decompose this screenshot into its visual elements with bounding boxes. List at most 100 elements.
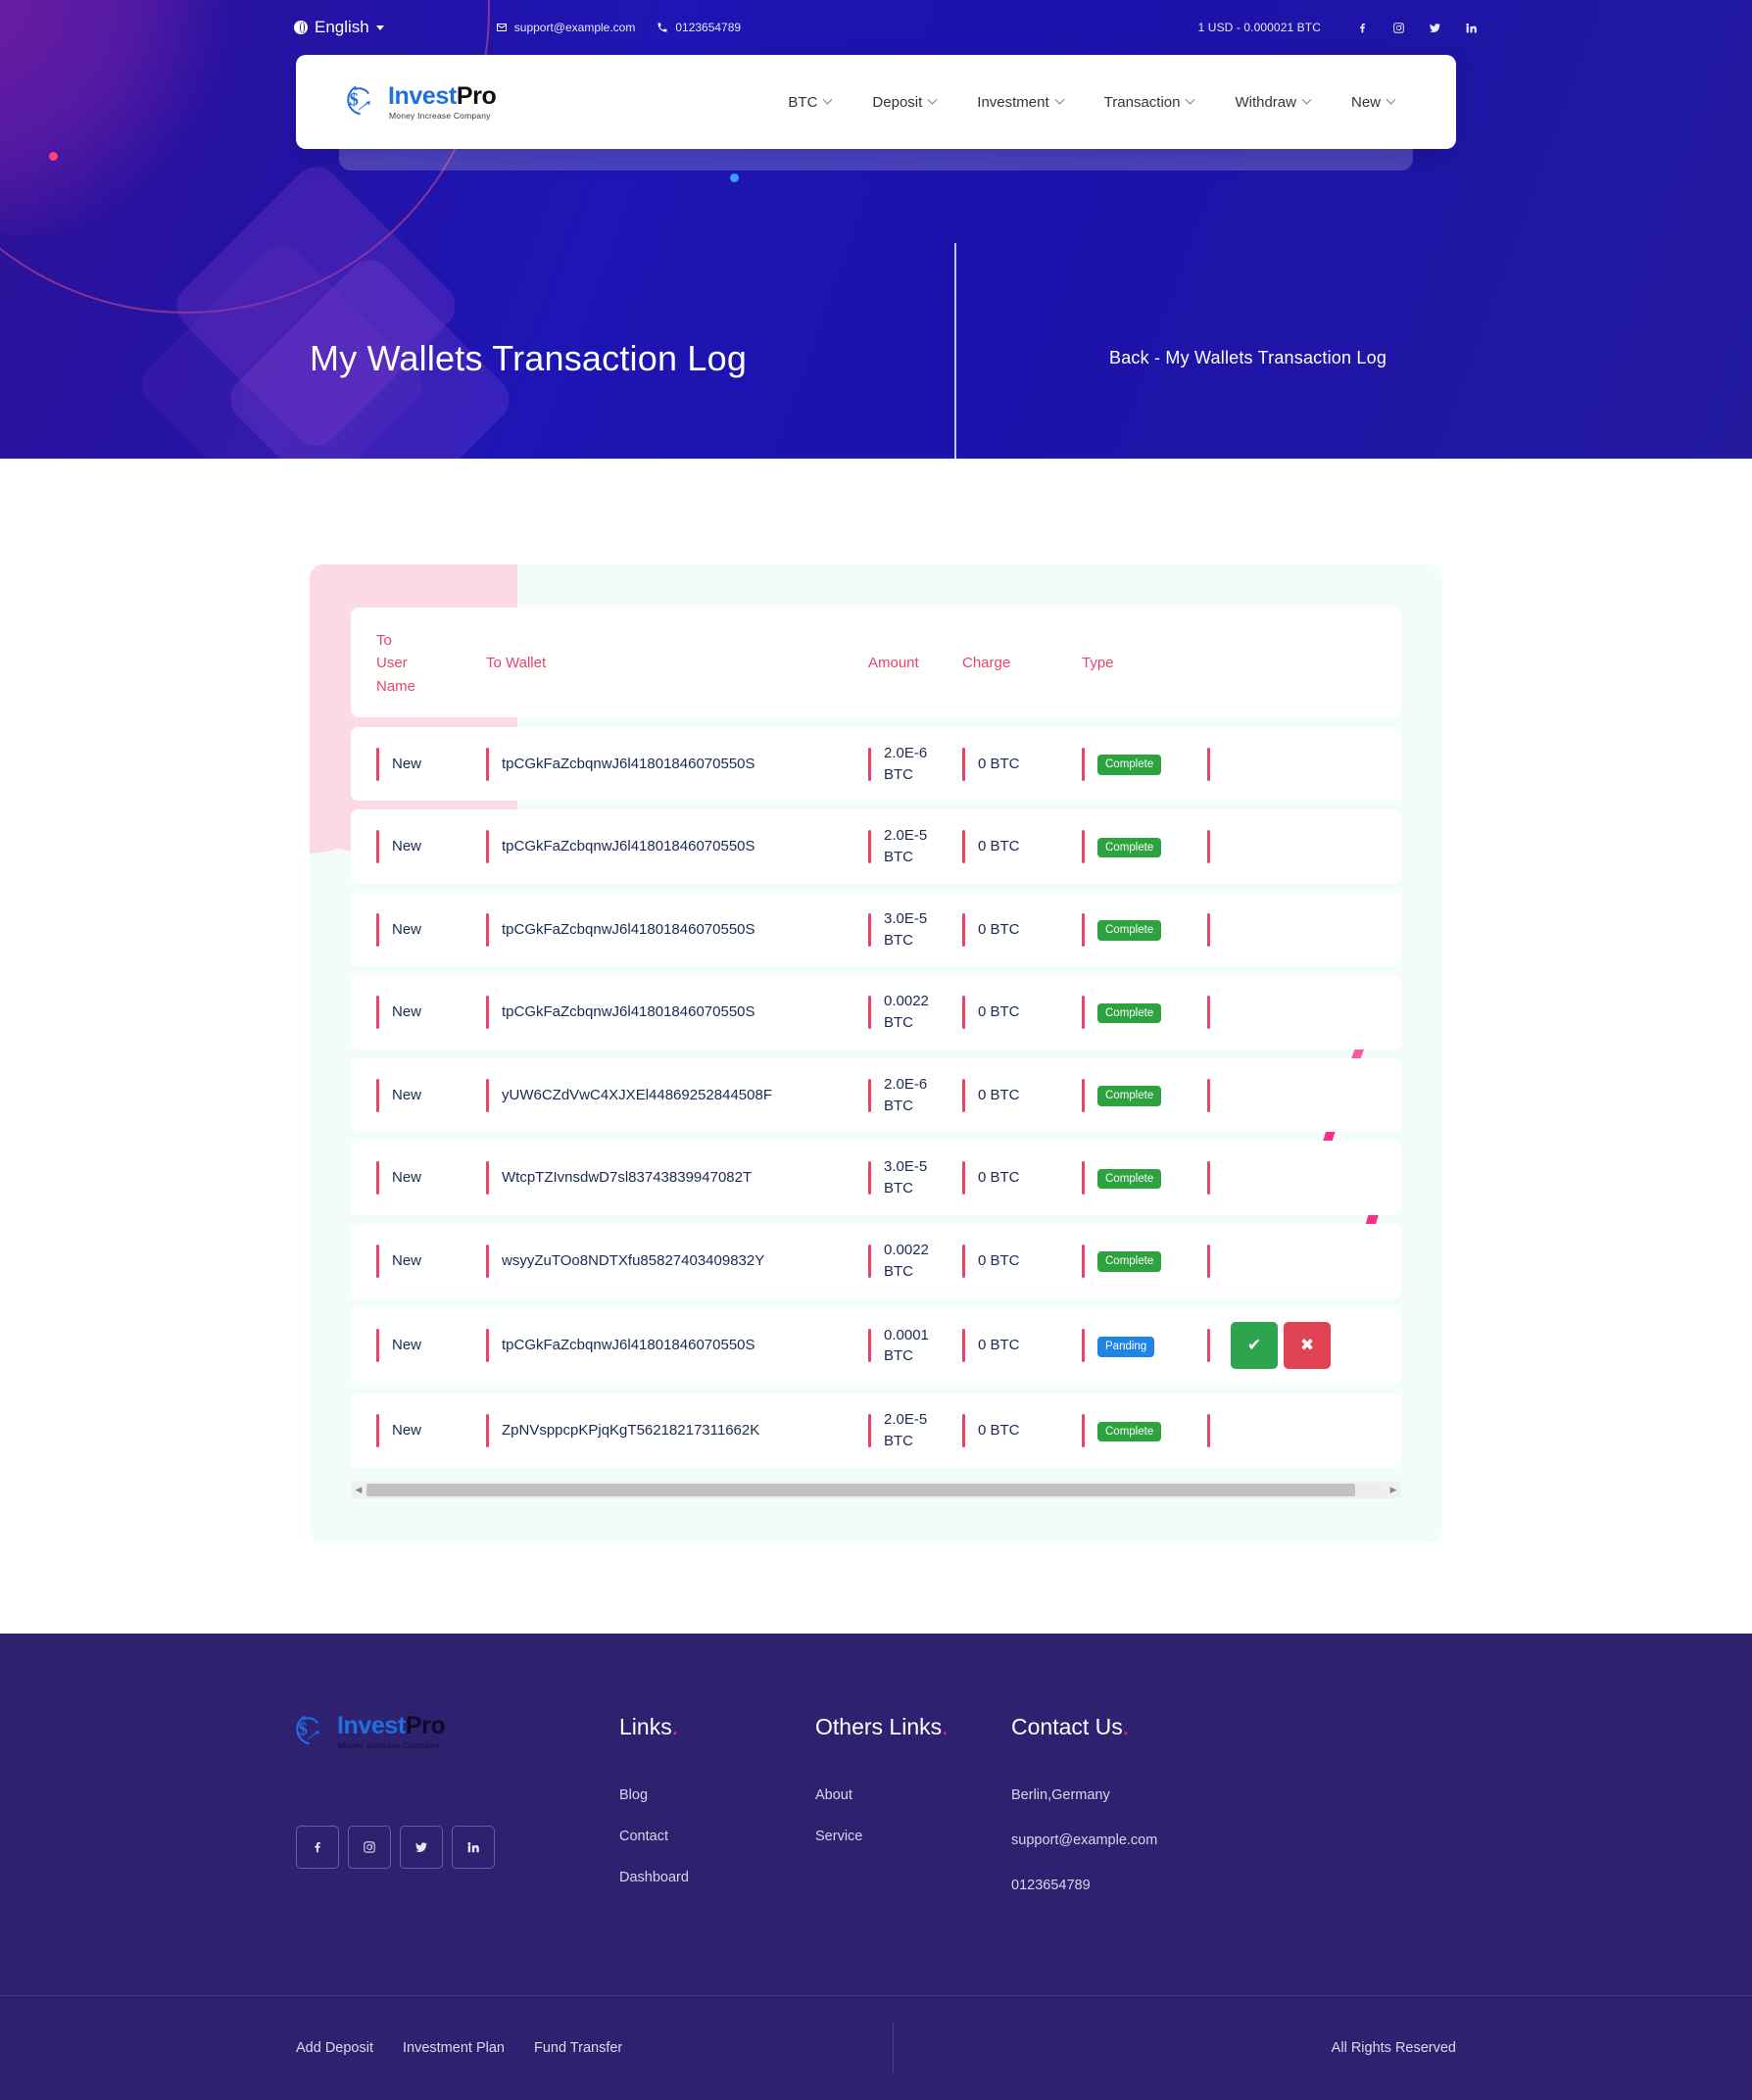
svg-text:$: $ xyxy=(299,1720,308,1740)
footer-heading-text: Contact Us xyxy=(1011,1713,1123,1739)
hero-divider xyxy=(954,243,956,459)
cell-to-user-name: New xyxy=(376,1085,486,1106)
footer-bottom-inner: Add Deposit Investment Plan Fund Transfe… xyxy=(296,1996,1456,2100)
chevron-down-icon xyxy=(375,24,384,30)
copyright-text: All Rights Reserved xyxy=(1331,2039,1456,2056)
status-badge: Complete xyxy=(1097,1421,1162,1442)
chevron-down-icon xyxy=(1054,94,1065,105)
footer-bottom-bar: Add Deposit Investment Plan Fund Transfe… xyxy=(0,1994,1752,2100)
linkedin-icon[interactable] xyxy=(452,1826,495,1870)
facebook-icon[interactable] xyxy=(296,1826,339,1870)
nav-item-deposit[interactable]: Deposit xyxy=(852,84,956,121)
nav-item-new[interactable]: New xyxy=(1331,84,1415,121)
footer-bottom-link-investment-plan[interactable]: Investment Plan xyxy=(403,2040,505,2056)
footer-column-others: Others Links. About Service xyxy=(815,1714,1011,1870)
footer-link-service[interactable]: Service xyxy=(815,1829,1011,1844)
footer-link-contact[interactable]: Contact xyxy=(619,1829,815,1844)
column-header-charge: Charge xyxy=(962,655,1011,672)
chevron-down-icon xyxy=(1386,94,1396,105)
linkedin-icon[interactable] xyxy=(1465,22,1478,34)
site-logo[interactable]: $ InvestPro Money Increase Company xyxy=(347,83,497,121)
table-row: New ZpNVsppcpKPjqKgT56218217311662K 2.0E-5… xyxy=(351,1393,1401,1468)
cell-actions: ✔ ✖ xyxy=(1207,1322,1376,1370)
scrollbar-thumb[interactable] xyxy=(366,1483,1355,1496)
cell-to-user-name: New xyxy=(376,1001,486,1023)
cell-type: Panding xyxy=(1082,1335,1207,1357)
footer-bottom-link-fund-transfer[interactable]: Fund Transfer xyxy=(534,2040,622,2056)
horizontal-scrollbar[interactable]: ◀ ▶ xyxy=(351,1481,1401,1498)
page-root: English support@example.com 0123654789 1… xyxy=(0,0,1752,2100)
footer-phone[interactable]: 0123654789 xyxy=(1011,1878,1301,1893)
footer-link-blog[interactable]: Blog xyxy=(619,1787,815,1803)
nav-item-btc[interactable]: BTC xyxy=(767,84,852,121)
footer-column-contact: Contact Us. Berlin,Germany support@examp… xyxy=(1011,1714,1301,1923)
language-selector[interactable]: English xyxy=(294,18,384,37)
globe-icon xyxy=(294,21,308,34)
footer-link-about[interactable]: About xyxy=(815,1787,1011,1803)
chevron-down-icon xyxy=(822,94,833,105)
cell-amount: 0.0001 BTC xyxy=(868,1325,945,1368)
nav-label: BTC xyxy=(788,93,818,111)
nav-item-withdraw[interactable]: Withdraw xyxy=(1214,84,1331,121)
cell-amount: 0.0022 BTC xyxy=(868,991,945,1034)
footer-column-links: Links. Blog Contact Dashboard xyxy=(619,1714,815,1911)
logo-mark-icon: $ xyxy=(347,86,370,116)
facebook-icon[interactable] xyxy=(1356,22,1369,34)
cell-to-wallet: tpCGkFaZcbqnwJ6l41801846070550S xyxy=(486,919,868,941)
transaction-log-card: To User Name To Wallet Amount Charge Typ… xyxy=(310,564,1442,1543)
scroll-right-arrow[interactable]: ▶ xyxy=(1386,1485,1401,1495)
scroll-left-arrow[interactable]: ◀ xyxy=(351,1485,366,1495)
column-header-type: Type xyxy=(1082,655,1114,672)
column-header-line: Name xyxy=(376,677,416,695)
status-badge: Complete xyxy=(1097,1251,1162,1272)
table-header-row: To User Name To Wallet Amount Charge Typ… xyxy=(351,608,1401,717)
table-row: New tpCGkFaZcbqnwJ6l41801846070550S 0.0001… xyxy=(351,1306,1401,1386)
nav-item-transaction[interactable]: Transaction xyxy=(1084,84,1215,121)
breadcrumb[interactable]: Back - My Wallets Transaction Log xyxy=(1109,348,1387,368)
footer-heading-text: Others Links xyxy=(815,1713,943,1739)
cell-to-wallet: WtcpTZIvnsdwD7sl83743839947082T xyxy=(486,1167,868,1189)
column-header-to-user-name: To User Name xyxy=(376,629,421,698)
cell-to-wallet: tpCGkFaZcbqnwJ6l41801846070550S xyxy=(486,836,868,857)
nav-label: New xyxy=(1350,93,1381,111)
scrollbar-track[interactable] xyxy=(366,1483,1386,1496)
table-row: New wsyyZuTOo8NDTXfu85827403409832Y 0.0022… xyxy=(351,1223,1401,1298)
row-action-buttons: ✔ ✖ xyxy=(1231,1322,1331,1370)
footer-logo[interactable]: $ InvestPro Money Increase Company xyxy=(296,1713,619,1750)
heading-dot: . xyxy=(942,1713,949,1739)
footer-link-dashboard[interactable]: Dashboard xyxy=(619,1870,815,1885)
envelope-icon xyxy=(496,24,507,31)
approve-button[interactable]: ✔ xyxy=(1231,1322,1278,1370)
cell-to-user-name: New xyxy=(376,919,486,941)
status-badge: Complete xyxy=(1097,837,1162,858)
footer-email[interactable]: support@example.com xyxy=(1011,1832,1301,1848)
heading-dot: . xyxy=(1122,1713,1130,1739)
nav-item-investment[interactable]: Investment xyxy=(956,84,1083,121)
footer-bottom-link-add-deposit[interactable]: Add Deposit xyxy=(296,2040,373,2056)
instagram-icon[interactable] xyxy=(1392,22,1405,34)
svg-text:$: $ xyxy=(350,90,359,111)
instagram-icon[interactable] xyxy=(348,1826,391,1870)
cell-charge: 0 BTC xyxy=(962,836,1082,857)
nav-label: Investment xyxy=(977,93,1049,111)
reject-button[interactable]: ✖ xyxy=(1284,1322,1331,1370)
cell-to-user-name: New xyxy=(376,1167,486,1189)
cell-to-wallet: yUW6CZdVwC4XJXEl44869252844508F xyxy=(486,1085,868,1106)
status-badge: Complete xyxy=(1097,755,1162,775)
twitter-icon[interactable] xyxy=(1429,22,1441,34)
language-label: English xyxy=(315,18,369,36)
email-contact[interactable]: support@example.com xyxy=(496,21,635,34)
column-header-line: To xyxy=(376,632,392,649)
cell-amount: 3.0E-5 BTC xyxy=(868,1156,945,1199)
phone-contact[interactable]: 0123654789 xyxy=(657,21,741,34)
cell-type: Complete xyxy=(1082,1249,1207,1272)
twitter-icon[interactable] xyxy=(400,1826,443,1870)
table-row: New tpCGkFaZcbqnwJ6l41801846070550S 0.0022… xyxy=(351,975,1401,1050)
heading-dot: . xyxy=(671,1713,679,1739)
hero-body: My Wallets Transaction Log Back - My Wal… xyxy=(0,149,1752,459)
cell-type: Complete xyxy=(1082,1001,1207,1024)
phone-icon xyxy=(657,23,667,32)
cell-charge: 0 BTC xyxy=(962,1167,1082,1189)
navbar: $ InvestPro Money Increase Company BTC D… xyxy=(296,55,1456,149)
nav-label: Withdraw xyxy=(1235,93,1296,111)
